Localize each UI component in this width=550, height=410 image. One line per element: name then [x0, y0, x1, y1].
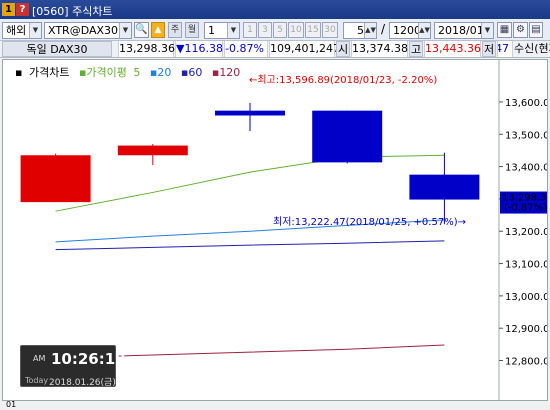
receive-mode[interactable]: 수신(현재	[514, 41, 550, 57]
market-select-value: 해외	[6, 24, 27, 37]
period-1-button[interactable]: 1	[243, 22, 257, 38]
legend-price-chart-label: 가격차트	[28, 66, 70, 79]
candle-body	[312, 110, 383, 163]
status-footer: 01	[0, 400, 550, 410]
toolbar: 해외 ▼ XTR@DAX30 ▼ 🔍 ▲ 주 월 1 ▼ 1 3 5 10 15…	[0, 19, 550, 41]
legend-ma20[interactable]: ▪20	[150, 66, 174, 79]
chart-window: 1 ? [0560] 주식차트 해외 ▼ XTR@DAX30 ▼ 🔍 ▲ 주 월…	[0, 0, 550, 410]
clock-widget: AM 10:26:19 Today 2018.01.26(금)	[20, 345, 126, 388]
stepper-arrows-icon[interactable]: ▲▼	[364, 23, 376, 38]
legend-ma120-label: 120	[219, 66, 241, 79]
y-tick-label: 13,100.00	[505, 260, 547, 271]
open-price: 13,374.38	[351, 41, 408, 57]
last-price-pct: (-0.87%)	[504, 203, 547, 214]
month-button[interactable]: 월	[185, 22, 199, 38]
legend-ma-label: 가격이평	[86, 66, 127, 79]
footer-label: 01	[6, 400, 17, 409]
chevron-down-icon[interactable]: ▼	[29, 23, 41, 38]
low-price: 13,222.47	[497, 41, 513, 57]
date-select[interactable]: 2018/01/26 ▼	[434, 22, 494, 39]
symbol-select[interactable]: XTR@DAX30 ▼	[44, 22, 132, 39]
symbol-select-value: XTR@DAX30	[48, 24, 119, 37]
help-icon[interactable]: ?	[16, 3, 29, 16]
stepper-arrows-icon[interactable]: ▲▼	[418, 23, 430, 38]
count-value: 5	[357, 24, 364, 37]
candle-body	[215, 110, 285, 116]
market-select[interactable]: 해외 ▼	[2, 22, 42, 39]
legend-price-chart[interactable]: ▪ 가격차트	[15, 66, 72, 79]
total-stepper[interactable]: 1200 ▲▼	[389, 22, 431, 39]
y-tick-label: 13,400.00	[505, 163, 547, 174]
legend-ma60-label: 60	[188, 66, 203, 79]
legend-ma120[interactable]: ▪120	[212, 66, 243, 79]
clock-time: 10:26:19	[51, 350, 126, 368]
open-label: 시	[336, 41, 350, 57]
price-change-pct: -0.87%	[224, 41, 268, 57]
clock-ampm: AM	[33, 354, 46, 363]
period-15-button[interactable]: 15	[305, 22, 321, 38]
count-separator: /	[381, 22, 386, 36]
candle-body	[409, 174, 480, 200]
legend-ma5: 5	[133, 66, 141, 79]
window-title: [0560] 주식차트	[32, 5, 113, 18]
candle-body	[117, 145, 188, 156]
period-3-button[interactable]: 3	[258, 22, 272, 38]
total-value: 1200	[393, 24, 421, 37]
count-stepper[interactable]: 5 ▲▼	[343, 22, 377, 39]
y-tick-label: 13,600.00	[505, 98, 547, 109]
high-price: 13,443.36	[424, 41, 481, 57]
period-select[interactable]: 1 ▼	[204, 22, 240, 39]
indicator-icon[interactable]: ▤	[529, 22, 543, 38]
clock-date: 2018.01.26(금)	[49, 378, 116, 388]
clock-today-label: Today	[25, 376, 49, 385]
chevron-down-icon[interactable]: ▼	[481, 23, 493, 38]
y-tick-label: 13,500.00	[505, 130, 547, 141]
search-icon[interactable]: 🔍	[134, 22, 149, 38]
tick-button[interactable]: ▲	[151, 22, 165, 38]
legend-ma20-label: 20	[157, 66, 172, 79]
chart-type-icon[interactable]: ▦	[497, 22, 512, 38]
high-annotation: ←최고:13,596.89(2018/01/23, -2.20%)	[249, 74, 437, 86]
price-change: ▼116.38	[175, 41, 223, 57]
quote-bar: 독일 DAX30 13,298.36 ▼116.38 -0.87% 109,40…	[0, 41, 550, 58]
period-5-button[interactable]: 5	[273, 22, 287, 38]
high-label: 고	[409, 41, 423, 57]
y-tick-label: 13,200.00	[505, 227, 547, 238]
candle-body	[20, 155, 91, 203]
y-tick-label: 12,800.00	[505, 357, 547, 368]
ma-line-60	[55, 240, 445, 251]
week-button[interactable]: 주	[168, 22, 182, 38]
low-annotation: 최저:13,222.47(2018/01/25, +0.57%)→	[273, 216, 466, 228]
current-price: 13,298.36	[118, 41, 175, 57]
legend-ma[interactable]: ▪가격이평 5	[79, 66, 143, 79]
y-tick-label: 13,000.00	[505, 292, 547, 303]
title-bar: 1 ? [0560] 주식차트	[0, 0, 550, 19]
ma-line-5	[55, 154, 445, 212]
symbol-name: 독일 DAX30	[2, 41, 112, 57]
period-10-button[interactable]: 10	[288, 22, 304, 38]
low-label: 저	[482, 41, 496, 57]
volume: 109,401,247	[269, 41, 340, 57]
chart-legend: ▪ 가격차트 ▪가격이평 5 ▪20 ▪60 ▪120	[15, 64, 246, 80]
period-select-value: 1	[208, 24, 215, 37]
chevron-down-icon[interactable]: ▼	[227, 23, 239, 38]
legend-ma60[interactable]: ▪60	[181, 66, 205, 79]
screen-number-icon[interactable]: 1	[2, 3, 15, 16]
chevron-down-icon[interactable]: ▼	[119, 23, 131, 38]
y-tick-label: 12,900.00	[505, 324, 547, 335]
period-30-button[interactable]: 30	[322, 22, 338, 38]
tool-icon[interactable]: ⚙	[513, 22, 528, 38]
